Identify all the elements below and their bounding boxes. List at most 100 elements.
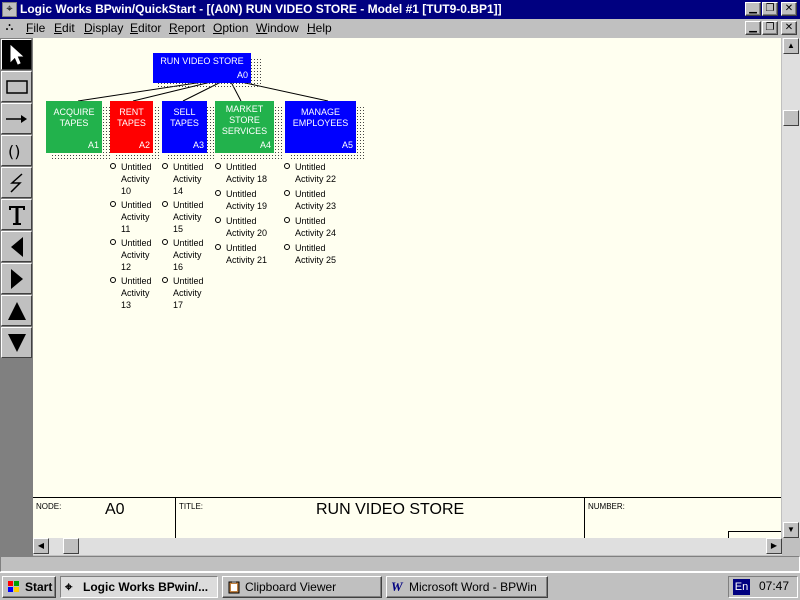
task-bpwin[interactable]: ⌖ Logic Works BPwin/... (60, 576, 218, 598)
clock[interactable]: 07:47 (759, 579, 789, 593)
activity-box-a2[interactable]: RENT TAPES A2 (110, 101, 153, 153)
bullet-circle-icon (284, 244, 290, 250)
root-activity-box[interactable]: RUN VIDEO STORE A0 (153, 53, 251, 83)
title-bar[interactable]: ⌖ Logic Works BPwin/QuickStart - [(A0N) … (0, 0, 800, 19)
diagram-footer: NODE: A0 TITLE: RUN VIDEO STORE NUMBER: (33, 497, 781, 540)
bullet-circle-icon (162, 239, 168, 245)
window-title: Logic Works BPwin/QuickStart - [(A0N) RU… (20, 2, 502, 16)
pointer-tool[interactable] (1, 39, 32, 70)
bullet-circle-icon (110, 239, 116, 245)
bullet-circle-icon (162, 277, 168, 283)
arrow-icon (5, 114, 27, 123)
box-label: RENT TAPES (117, 107, 146, 128)
node-number: A1 (87, 140, 99, 150)
activity-box-a1[interactable]: ACQUIRE TAPES A1 (46, 101, 102, 153)
bullet-circle-icon (110, 201, 116, 207)
vertical-scrollbar[interactable]: ▲ ▼ (782, 38, 800, 538)
scroll-down-button[interactable]: ▼ (783, 522, 799, 538)
menu-edit[interactable]: Edit (54, 21, 75, 35)
node-number: A4 (259, 140, 271, 150)
activity-box-a5[interactable]: MANAGE EMPLOYEES A5 (285, 101, 356, 153)
horizontal-scrollbar[interactable]: ◀ ▶ (33, 538, 782, 555)
box-label: MANAGE EMPLOYEES (292, 107, 349, 128)
scroll-left-button[interactable]: ◀ (33, 538, 49, 554)
footer-node-label: NODE: (36, 502, 62, 511)
bullet-circle-icon (215, 244, 221, 250)
menu-bar: ⛬ File Edit Display Editor Report Option… (0, 19, 800, 38)
footer-title-label: TITLE: (179, 502, 204, 511)
restore-button[interactable]: ❐ (762, 2, 778, 16)
app-system-menu-icon[interactable]: ⌖ (2, 2, 17, 17)
windows-logo-icon (8, 581, 19, 592)
pointer-icon (10, 44, 23, 65)
bullet-circle-icon (215, 190, 221, 196)
bullet-circle-icon (162, 163, 168, 169)
start-button[interactable]: Start (2, 576, 56, 598)
scroll-up-button[interactable]: ▲ (783, 38, 799, 54)
taskbar: Start ⌖ Logic Works BPwin/... Clipboard … (0, 572, 800, 600)
task-label: Clipboard Viewer (245, 580, 337, 594)
menu-editor[interactable]: Editor (130, 21, 161, 35)
document-system-menu-icon[interactable]: ⛬ (2, 21, 17, 36)
squiggle-icon (9, 172, 23, 193)
bullet-circle-icon (284, 190, 290, 196)
bullet-circle-icon (284, 217, 290, 223)
footer-title-cell: TITLE: RUN VIDEO STORE (176, 498, 585, 540)
box-label: ACQUIRE TAPES (53, 107, 95, 128)
scroll-corner (782, 538, 800, 555)
go-down-tool[interactable] (1, 327, 32, 358)
menu-help[interactable]: Help (307, 21, 332, 35)
task-word[interactable]: W Microsoft Word - BPWin (386, 576, 548, 598)
close-button[interactable]: ✕ (781, 2, 797, 16)
language-indicator[interactable]: En (733, 579, 750, 595)
task-label: Microsoft Word - BPWin (409, 580, 537, 594)
go-left-tool[interactable] (1, 231, 32, 262)
word-icon: W (391, 579, 403, 594)
bullet-circle-icon (284, 163, 290, 169)
toolbox: () (0, 38, 33, 556)
menu-display[interactable]: Display (84, 21, 123, 35)
bullet-circle-icon (215, 163, 221, 169)
go-right-tool[interactable] (1, 263, 32, 294)
text-t-icon (8, 205, 25, 225)
box-tool[interactable] (1, 71, 32, 102)
menu-file[interactable]: File (26, 21, 45, 35)
menu-window[interactable]: Window (256, 21, 299, 35)
diagram-canvas[interactable]: RUN VIDEO STORE A0 ACQUIRE TAPES A1 RENT T… (33, 38, 781, 538)
horizontal-scroll-thumb[interactable] (63, 538, 79, 554)
menu-option[interactable]: Option (213, 21, 248, 35)
doc-minimize-button[interactable]: ▁ (745, 21, 761, 35)
menu-report[interactable]: Report (169, 21, 205, 35)
task-clipboard-viewer[interactable]: Clipboard Viewer (222, 576, 382, 598)
task-label: Logic Works BPwin/... (83, 580, 209, 594)
squiggle-tool[interactable] (1, 167, 32, 198)
node-number: A2 (138, 140, 150, 150)
go-up-tool[interactable] (1, 295, 32, 326)
node-number: A3 (192, 140, 204, 150)
triangle-up-icon (7, 301, 26, 320)
system-tray: En 07:47 (728, 576, 798, 598)
arrow-tool[interactable] (1, 103, 32, 134)
footer-node-cell: NODE: A0 (33, 498, 176, 540)
svg-text:(): () (8, 142, 20, 160)
doc-restore-button[interactable]: ❐ (762, 21, 778, 35)
scroll-right-button[interactable]: ▶ (766, 538, 782, 554)
activity-box-a3[interactable]: SELL TAPES A3 (162, 101, 207, 153)
doc-close-button[interactable]: ✕ (781, 21, 797, 35)
footer-node-value: A0 (105, 501, 125, 518)
parentheses-icon: () (8, 142, 20, 160)
box-label: SELL TAPES (170, 107, 199, 128)
text-tool[interactable] (1, 199, 32, 230)
footer-number-cell: NUMBER: (585, 498, 781, 540)
box-label: RUN VIDEO STORE (160, 56, 244, 66)
bullet-circle-icon (110, 277, 116, 283)
bullet-circle-icon (162, 201, 168, 207)
footer-number-label: NUMBER: (588, 502, 625, 511)
box-label: MARKET STORE SERVICES (221, 104, 268, 136)
start-label: Start (25, 580, 53, 594)
bullet-circle-icon (110, 163, 116, 169)
vertical-scroll-thumb[interactable] (783, 110, 799, 126)
activity-box-a4[interactable]: MARKET STORE SERVICES A4 (215, 101, 274, 153)
tunnel-tool[interactable]: () (1, 135, 32, 166)
minimize-button[interactable]: ▁ (745, 2, 761, 16)
